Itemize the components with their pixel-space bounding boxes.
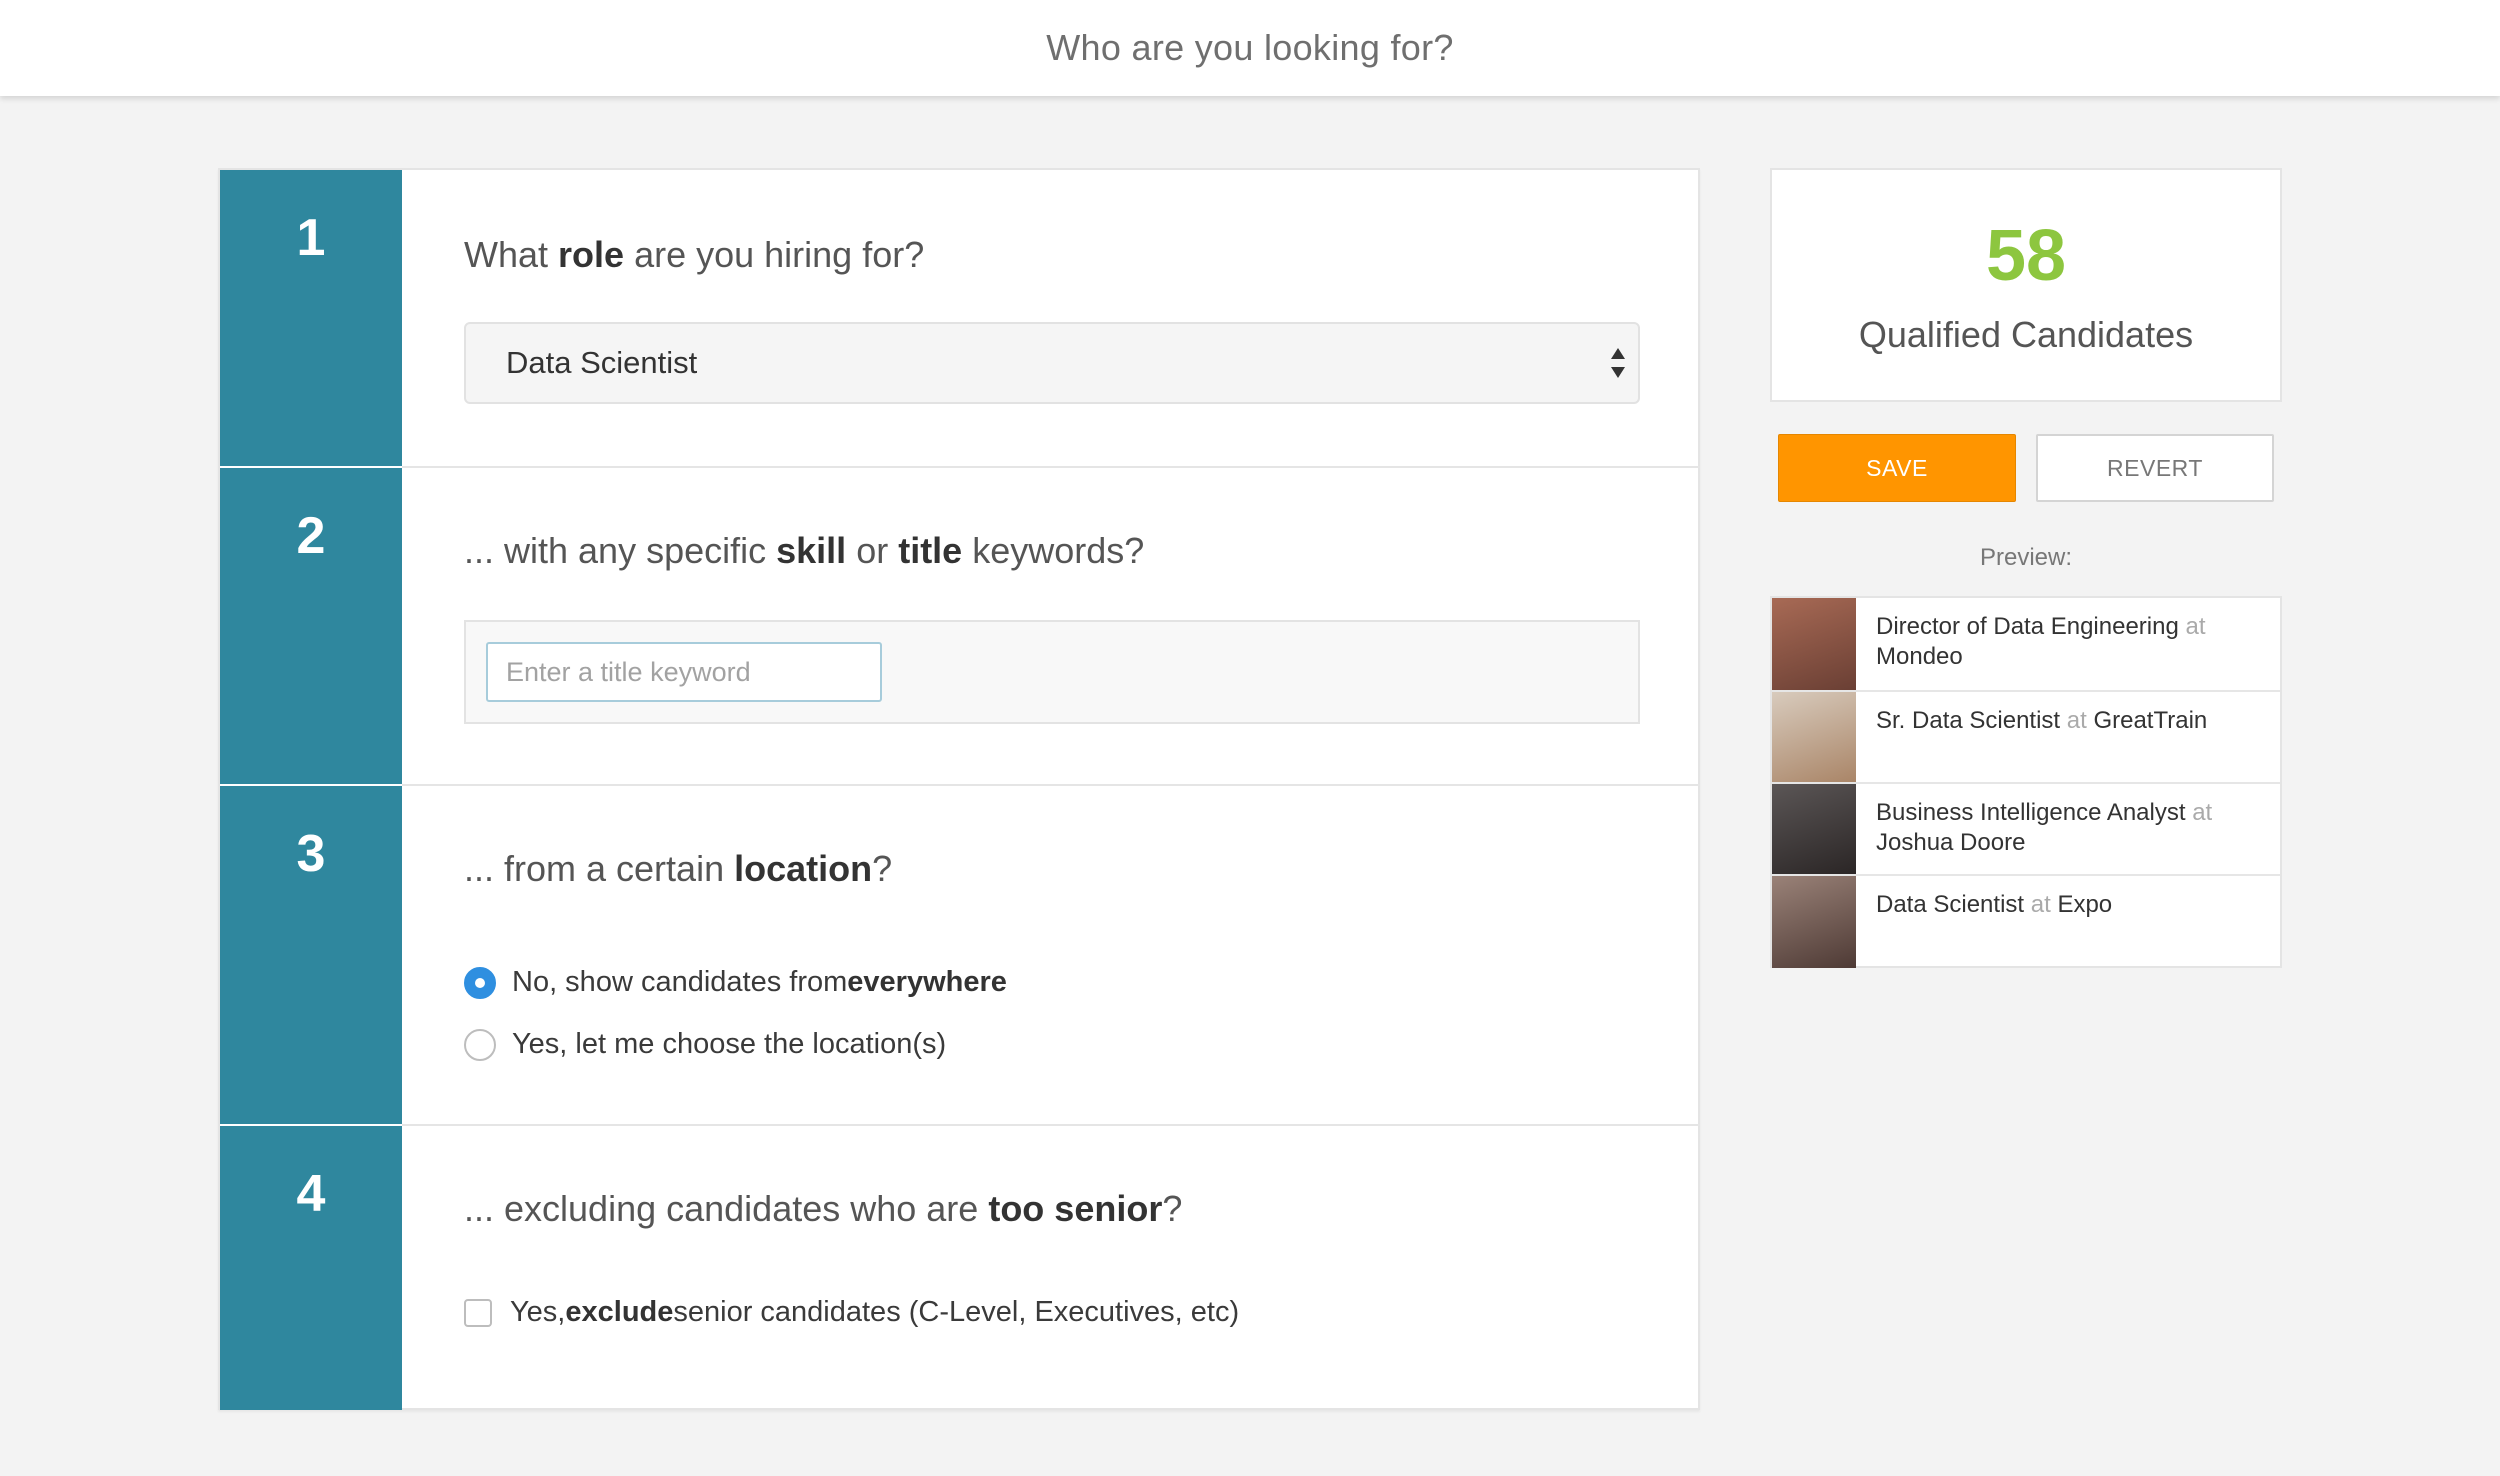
role-select[interactable]: Data Scientist [464,322,1640,404]
step-number: 2 [220,466,402,784]
preview-item[interactable]: Business Intelligence Analyst at Joshua … [1772,782,2280,876]
step-number: 4 [220,1124,402,1410]
step-role: 1 What role are you hiring for? Data Sci… [220,170,1700,466]
save-button[interactable]: SAVE [1778,434,2016,502]
steps-panel: 1 What role are you hiring for? Data Sci… [218,168,1700,1410]
radio-button[interactable] [464,1028,496,1061]
radio-choose-location[interactable]: Yes, let me choose the location(s) [464,1028,946,1061]
page-title: Who are you looking for? [1046,27,1454,68]
step-number: 1 [220,170,402,466]
select-arrows-icon [1610,348,1626,378]
radio-everywhere[interactable]: No, show candidates from everywhere [464,966,1007,999]
step-keywords: 2 ... with any specific skill or title k… [220,466,1700,784]
preview-label: Preview: [1979,544,2073,571]
title-keyword-input[interactable] [486,642,882,702]
role-select-value: Data Scientist [506,345,698,380]
seniority-question: ... excluding candidates who are too sen… [464,1188,1183,1229]
candidate-count: 58 [1985,216,2067,296]
exclude-senior-option[interactable]: Yes, exclude senior candidates (C-Level,… [464,1296,1239,1329]
candidate-count-card: 58 Qualified Candidates [1770,168,2282,402]
top-bar: Who are you looking for? [0,0,2500,96]
avatar [1772,784,1856,876]
step-location: 3 ... from a certain location? No, show … [220,784,1700,1124]
avatar [1772,876,1856,968]
step-number: 3 [220,784,402,1124]
radio-button-selected[interactable] [464,966,496,999]
preview-item[interactable]: Director of Data Engineering at Mondeo [1772,598,2280,690]
revert-button[interactable]: REVERT [2036,434,2274,502]
avatar [1772,598,1856,690]
avatar [1772,692,1856,784]
step-seniority: 4 ... excluding candidates who are too s… [220,1124,1700,1410]
preview-item[interactable]: Sr. Data Scientist at GreatTrain [1772,690,2280,784]
candidate-count-label: Qualified Candidates [1858,314,2194,355]
role-question: What role are you hiring for? [464,234,925,275]
keyword-box [464,620,1640,724]
preview-item[interactable]: Data Scientist at Expo [1772,874,2280,968]
location-question: ... from a certain location? [464,848,893,889]
exclude-senior-checkbox[interactable] [464,1298,492,1327]
keywords-question: ... with any specific skill or title key… [464,530,1145,571]
preview-list: Director of Data Engineering at Mondeo S… [1770,596,2282,968]
